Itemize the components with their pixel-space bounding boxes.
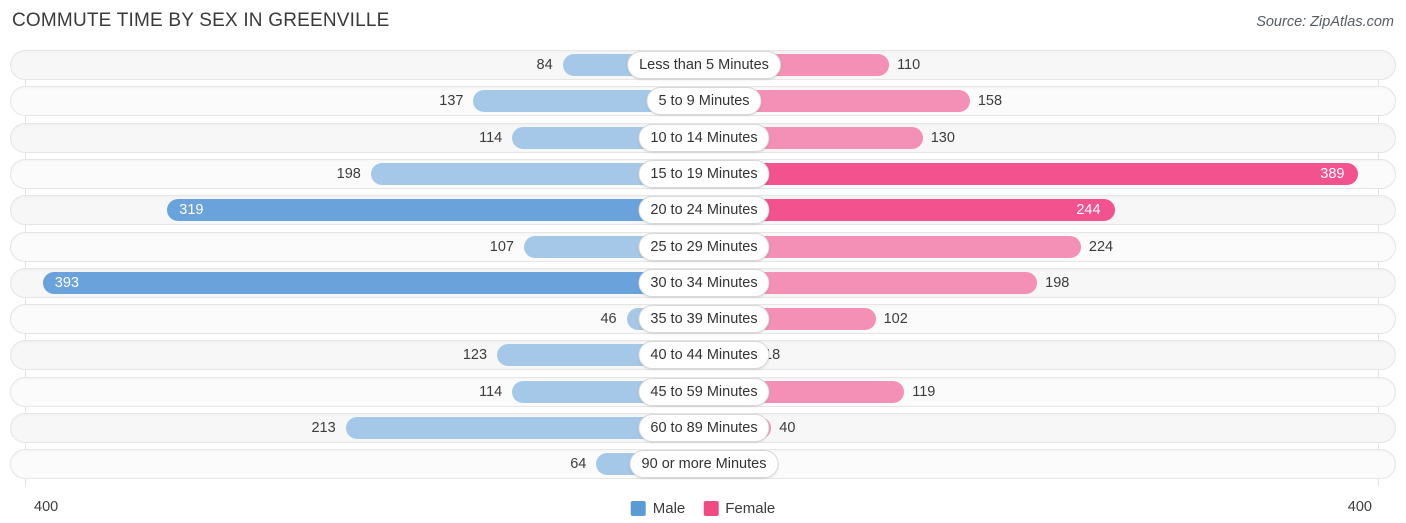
category-label: 20 to 24 Minutes [638,196,770,224]
chart-row[interactable]: 114 130 10 to 14 Minutes [10,123,1396,153]
category-label: 5 to 9 Minutes [646,87,762,115]
bar-value-male: 46 [600,311,617,327]
chart-row[interactable]: 198 389 15 to 19 Minutes [10,159,1396,189]
bar-value-female: 130 [930,130,955,146]
bar-value-male: 107 [489,239,514,255]
legend-swatch-male [630,501,646,516]
category-label: 60 to 89 Minutes [638,414,770,442]
legend-item-female[interactable]: Female [703,500,775,517]
category-label: 35 to 39 Minutes [638,305,770,333]
category-label: Less than 5 Minutes [627,51,781,79]
chart-row[interactable]: 114 119 45 to 59 Minutes [10,377,1396,407]
bar-male[interactable] [167,199,704,221]
category-label: 90 or more Minutes [629,450,779,478]
category-label: 40 to 44 Minutes [638,341,770,369]
chart-row[interactable]: 64090 or more Minutes [10,449,1396,479]
bar-value-female: 244 [1076,202,1101,218]
bar-value-male: 213 [311,420,336,436]
bar-value-male: 84 [536,57,553,73]
legend-item-male[interactable]: Male [630,500,686,517]
chart-row[interactable]: 137 158 5 to 9 Minutes [10,86,1396,116]
plot-area: 84 110 Less than 5 Minutes 137 158 5 to 9 Min… [0,50,1406,486]
bar-value-female: 119 [912,384,936,400]
source-attribution: Source: ZipAtlas.com [1256,14,1394,30]
legend-label-male: Male [652,500,686,517]
bar-value-male: 198 [336,166,361,182]
chart-row[interactable]: 123 18 40 to 44 Minutes [10,340,1396,370]
chart-row[interactable]: 107 224 25 to 29 Minutes [10,232,1396,262]
bar-value-female: 224 [1088,239,1114,255]
bar-value-male: 64 [570,456,587,472]
category-label: 10 to 14 Minutes [638,124,770,152]
page-title: COMMUTE TIME BY SEX IN GREENVILLE [12,10,390,31]
legend-swatch-female [703,501,719,516]
bar-value-female: 158 [977,93,1003,109]
category-label: 45 to 59 Minutes [638,378,770,406]
chart-row[interactable]: 393 198 30 to 34 Minutes [10,268,1396,298]
legend-label-female: Female [725,500,776,517]
bar-value-female: 110 [897,57,921,73]
legend: Male Female [630,500,775,517]
bar-value-male: 114 [479,130,503,146]
category-label: 15 to 19 Minutes [638,160,770,188]
category-label: 30 to 34 Minutes [638,269,770,297]
bar-value-male: 123 [462,347,488,363]
chart-row[interactable]: 213 40 60 to 89 Minutes [10,413,1396,443]
chart-row[interactable]: 46 102 35 to 39 Minutes [10,304,1396,334]
bar-value-male: 114 [479,384,503,400]
bar-female[interactable] [704,163,1359,185]
chart-row[interactable]: 84 110 Less than 5 Minutes [10,50,1396,80]
bar-value-male: 319 [179,202,204,218]
chart-container: COMMUTE TIME BY SEX IN GREENVILLE Source… [0,0,1406,523]
axis-label-left: 400 [34,499,59,515]
bar-value-female: 40 [779,420,796,436]
category-label: 25 to 29 Minutes [638,233,770,261]
bar-value-male: 393 [54,275,79,291]
bar-male[interactable] [42,272,704,294]
bar-value-female: 102 [883,311,908,327]
chart-row[interactable]: 319 244 20 to 24 Minutes [10,195,1396,225]
bar-value-female: 389 [1320,166,1345,182]
bar-value-male: 137 [439,93,464,109]
bar-value-female: 198 [1045,275,1070,291]
axis-label-right: 400 [1347,499,1372,515]
